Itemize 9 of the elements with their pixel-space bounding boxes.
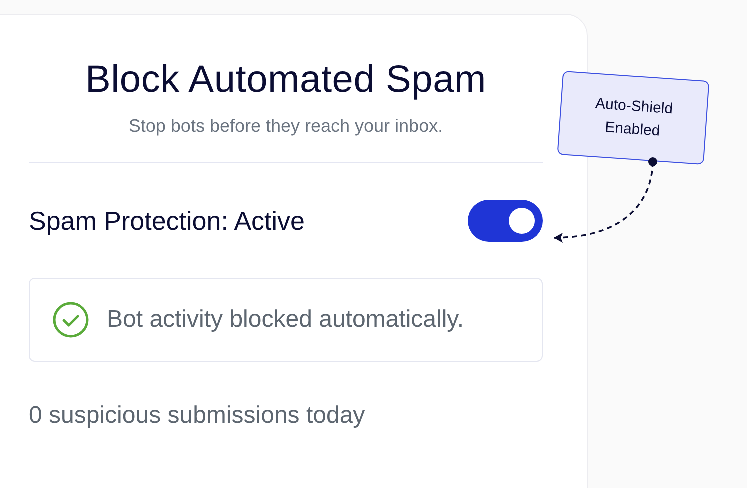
card-subtitle: Stop bots before they reach your inbox.	[128, 116, 444, 137]
card-title: Block Automated Spam	[84, 59, 488, 102]
callout-text: Auto-Shield	[595, 95, 674, 118]
toggle-switch[interactable]	[468, 200, 543, 242]
submission-count: 0 suspicious submissions today	[29, 402, 366, 430]
notice-text: Bot activity blocked automatically.	[107, 306, 464, 334]
check-circle-icon	[53, 302, 89, 338]
setting-label: Spam Protection: Active	[29, 206, 306, 236]
callout-text: Enabled	[604, 119, 661, 140]
